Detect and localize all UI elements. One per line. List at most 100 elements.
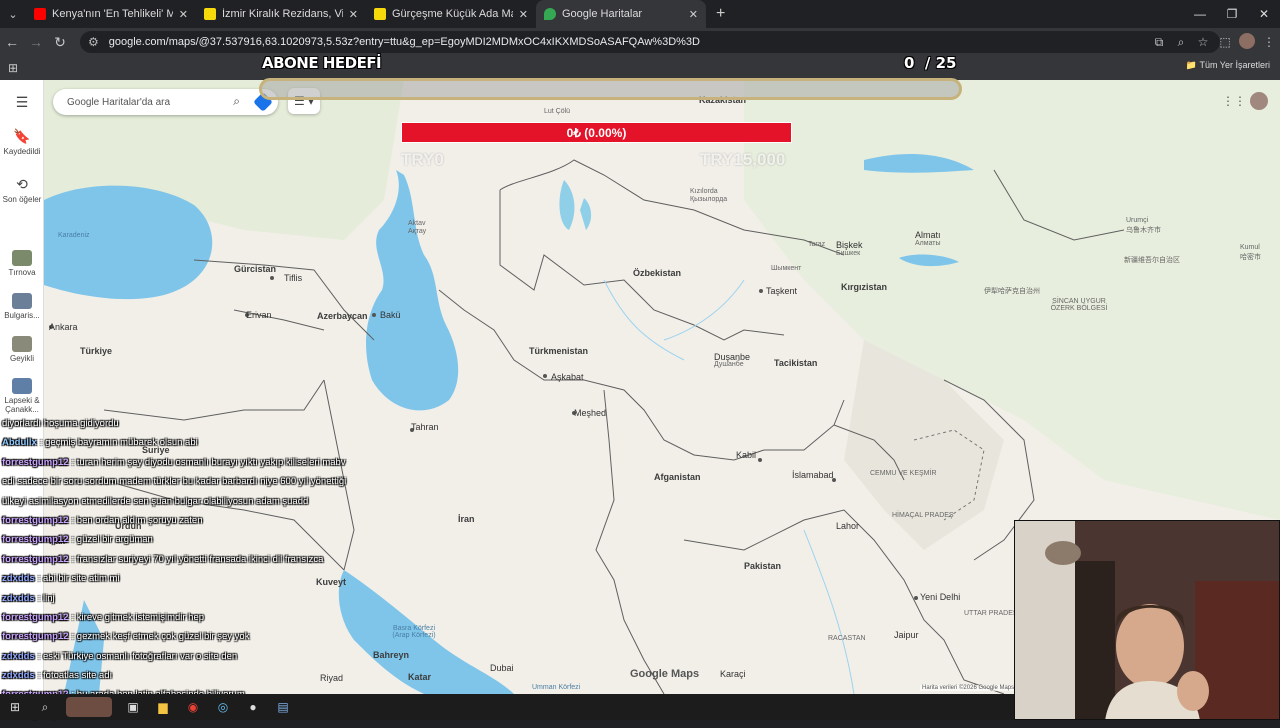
google-apps-icon[interactable]: ⋮⋮ <box>1222 94 1246 108</box>
chat-text: gezmek keşf etmek çok güzel bir şey yok <box>76 631 250 643</box>
chat-message: Abdullx: geçmiş bayramın mübarek olsun a… <box>2 437 422 456</box>
chat-username[interactable]: Abdullx <box>2 437 37 448</box>
map-label-chinese: 伊犁哈萨克自治州 <box>984 288 1040 295</box>
map-label-city: Jaipur <box>894 630 919 640</box>
map-label-city: Aşkabat <box>551 372 584 382</box>
chat-text: eski Türkiye osmanlı fotoğrafları var o … <box>43 650 238 662</box>
place-thumbnail <box>12 293 32 309</box>
maps-account-avatar[interactable] <box>1250 92 1268 110</box>
tab-search-chevron-icon[interactable]: ⌄ <box>0 0 26 28</box>
chat-username[interactable]: zdxdds <box>2 573 35 584</box>
install-app-icon[interactable]: ⧉ <box>1148 35 1170 50</box>
recent-label: Son öğeler <box>2 195 42 204</box>
map-label-city: Kızılorda <box>690 188 718 195</box>
menu-icon[interactable]: ⋮ <box>1258 35 1280 49</box>
tab-4-active[interactable]: Google Haritalar ✕ <box>536 0 706 28</box>
chat-username[interactable]: zdxdds <box>2 593 35 604</box>
taskbar-search-widget[interactable] <box>66 697 112 717</box>
s-site-icon <box>204 8 216 20</box>
chat-username[interactable]: forrestgump12 <box>2 457 69 468</box>
minimize-icon[interactable]: — <box>1184 0 1216 28</box>
recent-place-2[interactable]: Bulgaris... <box>0 293 44 320</box>
apps-grid-icon[interactable]: ⊞ <box>8 61 18 75</box>
close-icon[interactable]: ✕ <box>689 8 698 21</box>
chat-username[interactable]: forrestgump12 <box>2 534 69 545</box>
profile-avatar[interactable] <box>1236 32 1258 52</box>
tab-3[interactable]: Gürçeşme Küçük Ada Mahalles ✕ <box>366 0 536 28</box>
s-site-icon <box>374 8 386 20</box>
map-label-native: Шымкент <box>771 265 802 272</box>
zoom-icon[interactable]: ⌕ <box>1170 35 1192 50</box>
tab-1[interactable]: Kenya'nın 'En Tehlikeli' Mahalle ✕ <box>26 0 196 28</box>
recent-place-3[interactable]: Geyikli <box>0 336 44 363</box>
map-label-city: Yeni Delhi <box>920 592 961 602</box>
recent-button[interactable]: ⟲ Son öğeler <box>0 176 44 204</box>
map-label-city: Tiflis <box>284 273 303 283</box>
chat-username[interactable]: forrestgump12 <box>2 612 69 623</box>
webcam-overlay <box>1014 520 1280 720</box>
close-window-icon[interactable]: ✕ <box>1248 0 1280 28</box>
map-label-city: Bakü <box>380 310 401 320</box>
chat-username[interactable]: zdxdds <box>2 651 35 662</box>
back-icon[interactable]: ← <box>0 34 24 50</box>
all-bookmarks[interactable]: 📁 Tüm Yer İşaretleri <box>1186 60 1270 71</box>
map-label-city: Ankara <box>49 322 78 332</box>
map-label-country: Kırgızistan <box>841 282 888 292</box>
subscriber-goal-count: 0 / 25 <box>904 54 956 72</box>
site-info-icon[interactable]: ⚙ <box>88 35 99 49</box>
search-icon[interactable]: ⌕ <box>30 700 60 715</box>
tab-title: Google Haritalar <box>562 8 643 20</box>
recent-place-1[interactable]: Tırnova <box>0 250 44 277</box>
search-icon[interactable]: ⌕ <box>233 94 240 109</box>
chat-text: kireve gitmek istemişimdir hep <box>76 611 205 623</box>
close-icon[interactable]: ✕ <box>349 8 358 21</box>
place-thumbnail <box>12 336 32 352</box>
chat-message: edi sadece bir soru sordum madem türkler… <box>2 476 422 495</box>
map-label-city: İslamabad <box>792 470 834 480</box>
tab-2[interactable]: İzmir Kiralık Rezidans, Villa, Mü ✕ <box>196 0 366 28</box>
calculator-icon[interactable]: ▤ <box>268 700 298 714</box>
maps-search-box[interactable]: Google Haritalar'da ara ⌕ <box>53 89 278 115</box>
chat-username[interactable]: forrestgump12 <box>2 554 69 565</box>
place-thumbnail <box>12 250 32 266</box>
obs-icon[interactable]: ● <box>238 700 268 714</box>
file-explorer-icon[interactable]: ▆ <box>148 700 178 714</box>
place-label: Lapseki & Çanakk... <box>4 396 40 414</box>
os-taskbar: ⊞ ⌕ ▣ ▆ ◉ ◎ ● ▤ <box>0 694 1014 720</box>
new-tab-icon[interactable]: + <box>706 0 735 28</box>
map-label-native: Қызылорда <box>690 196 728 203</box>
chat-message: diyorlardı hoşuma gidiyordu <box>2 418 422 437</box>
close-icon[interactable]: ✕ <box>179 8 188 21</box>
saved-button[interactable]: 🔖 Kaydedildi <box>0 128 44 156</box>
tab-title: Kenya'nın 'En Tehlikeli' Mahalle <box>52 8 173 20</box>
extensions-icon[interactable]: ⬚ <box>1214 35 1236 49</box>
chrome-icon[interactable]: ◉ <box>178 700 208 714</box>
windows-start-icon[interactable]: ⊞ <box>0 700 30 714</box>
chat-username[interactable]: forrestgump12 <box>2 515 69 526</box>
chat-message: zdxdds: eski Türkiye osmanlı fotoğraflar… <box>2 651 422 670</box>
donation-target-label: TRY15,000 <box>700 150 786 169</box>
place-label: Tırnova <box>8 268 36 277</box>
reload-icon[interactable]: ↻ <box>48 34 72 51</box>
menu-hamburger-icon[interactable]: ☰ <box>0 94 44 113</box>
restore-icon[interactable]: ❐ <box>1216 0 1248 28</box>
recent-place-4[interactable]: Lapseki & Çanakk... <box>0 378 44 414</box>
map-attribution[interactable]: Harita verileri ©2026 Google Maps <box>920 685 1017 691</box>
forward-icon[interactable]: → <box>24 34 48 50</box>
chat-username[interactable]: zdxdds <box>2 670 35 681</box>
chat-text: linj <box>43 592 55 604</box>
chat-text: edi sadece bir soru sordum madem türkler… <box>2 476 347 488</box>
map-label-native: Алматы <box>915 240 941 247</box>
task-view-icon[interactable]: ▣ <box>118 700 148 714</box>
map-label-city: Meşhed <box>574 408 607 418</box>
chat-username[interactable]: forrestgump12 <box>2 631 69 642</box>
close-icon[interactable]: ✕ <box>519 8 528 21</box>
chat-message: forrestgump12: güzel bir argüman <box>2 534 422 553</box>
steam-icon[interactable]: ◎ <box>208 700 238 714</box>
star-icon[interactable]: ☆ <box>1192 35 1214 49</box>
tab-title: İzmir Kiralık Rezidans, Villa, Mü <box>222 8 343 20</box>
url-text[interactable]: google.com/maps/@37.537916,63.1020973,5.… <box>109 36 700 48</box>
google-maps-logo: Google Maps <box>630 668 700 680</box>
map-label-city: Taşkent <box>766 286 798 296</box>
address-bar[interactable]: ⚙ google.com/maps/@37.537916,63.1020973,… <box>80 31 1220 53</box>
